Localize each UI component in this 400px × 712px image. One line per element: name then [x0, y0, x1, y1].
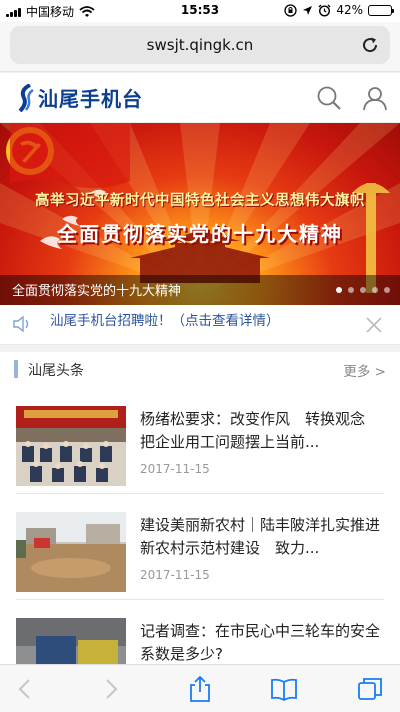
bookmarks-icon[interactable]	[270, 675, 298, 703]
speaker-icon	[13, 315, 29, 333]
site-logo[interactable]: 汕尾手机台	[16, 83, 143, 112]
share-icon[interactable]	[186, 675, 214, 703]
battery-icon	[368, 4, 394, 16]
browser-address-bar: swsjt.qingk.cn	[0, 22, 400, 72]
browser-toolbar	[0, 664, 400, 712]
close-icon[interactable]	[366, 317, 382, 333]
news-title[interactable]: 记者调查：在市民心中三轮车的安全系数是多少?	[140, 620, 384, 666]
battery-percent: 42%	[336, 3, 363, 17]
news-date: 2017-11-15	[140, 462, 210, 476]
search-icon[interactable]	[316, 85, 342, 111]
news-title[interactable]: 杨绪松要求：改变作风 转换观念 把企业用工问题摆上当前...	[140, 408, 384, 454]
site-header: 汕尾手机台	[0, 73, 400, 123]
carousel-dot[interactable]	[348, 287, 354, 293]
url-field[interactable]: swsjt.qingk.cn	[10, 26, 390, 64]
notice-bar[interactable]: 汕尾手机台招聘啦！（点击查看详情）	[0, 305, 400, 345]
banner-carousel[interactable]: 高举习近平新时代中国特色社会主义思想伟大旗帜 全面贯彻落实党的十九大精神 全面贯…	[0, 123, 400, 305]
carousel-dots[interactable]	[336, 287, 390, 293]
carousel-dot[interactable]	[372, 287, 378, 293]
forward-icon[interactable]	[96, 675, 124, 703]
logo-mark-icon	[18, 83, 34, 112]
status-bar: 中国移动 15:53 42%	[0, 0, 400, 22]
site-name: 汕尾手机台	[38, 87, 143, 111]
news-title[interactable]: 建设美丽新农村｜陆丰陂洋扎实推进新农村示范村建设 致力...	[140, 514, 384, 560]
news-list: 杨绪松要求：改变作风 转换观念 把企业用工问题摆上当前... 2017-11-1…	[0, 388, 400, 668]
list-item[interactable]: 记者调查：在市民心中三轮车的安全系数是多少?	[0, 600, 400, 668]
carousel-dot[interactable]	[360, 287, 366, 293]
banner-caption: 全面贯彻落实党的十九大精神	[12, 284, 182, 299]
banner-slogan-line2: 全面贯彻落实党的十九大精神	[57, 222, 343, 246]
banner-slogan-line1: 高举习近平新时代中国特色社会主义思想伟大旗帜	[35, 193, 365, 209]
news-date: 2017-11-15	[140, 568, 210, 582]
user-icon[interactable]	[362, 85, 388, 111]
section-header: 汕尾头条 更多 >	[0, 352, 400, 388]
list-item[interactable]: 建设美丽新农村｜陆丰陂洋扎实推进新农村示范村建设 致力... 2017-11-1…	[0, 494, 400, 600]
reload-icon[interactable]	[360, 35, 380, 55]
alarm-icon	[318, 4, 331, 17]
back-icon[interactable]	[12, 675, 40, 703]
news-thumbnail	[16, 512, 126, 592]
carousel-dot[interactable]	[384, 287, 390, 293]
section-title: 汕尾头条	[28, 363, 84, 379]
tabs-icon[interactable]	[356, 675, 384, 703]
location-icon	[303, 5, 313, 15]
more-link[interactable]: 更多 >	[343, 360, 386, 380]
news-thumbnail	[16, 618, 126, 668]
url-text: swsjt.qingk.cn	[146, 36, 254, 54]
news-thumbnail	[16, 406, 126, 486]
section-accent-bar	[14, 360, 18, 378]
screen-lock-icon	[284, 3, 297, 17]
notice-text[interactable]: 汕尾手机台招聘啦！（点击查看详情）	[50, 309, 280, 329]
carousel-dot[interactable]	[336, 287, 342, 293]
list-item[interactable]: 杨绪松要求：改变作风 转换观念 把企业用工问题摆上当前... 2017-11-1…	[0, 388, 400, 494]
